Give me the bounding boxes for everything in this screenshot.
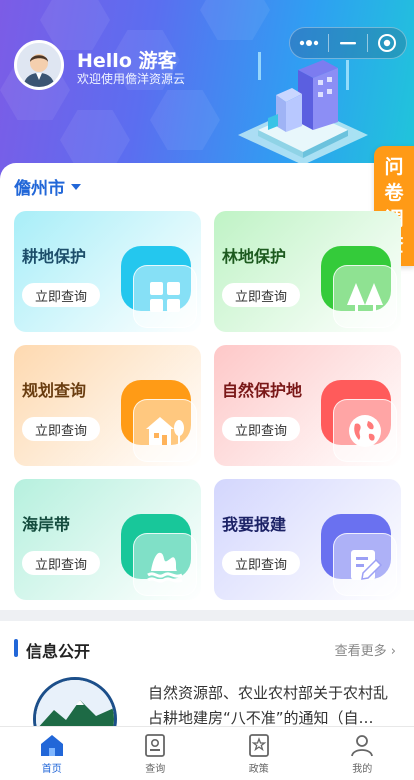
minimize-button[interactable] xyxy=(329,28,367,58)
policy-star-icon xyxy=(248,734,269,757)
query-button[interactable]: 立即查询 xyxy=(222,417,300,441)
card-title: 规划查询 xyxy=(22,381,87,400)
city-selector[interactable]: 儋州市 xyxy=(14,174,81,199)
query-button[interactable]: 立即查询 xyxy=(222,551,300,575)
card-farmland[interactable]: 耕地保护 立即查询 xyxy=(14,211,201,332)
chevron-right-icon: › xyxy=(390,644,396,659)
close-button[interactable] xyxy=(368,28,406,58)
city-label: 儋州市 xyxy=(14,179,65,199)
card-coastal[interactable]: 海岸带 立即查询 xyxy=(14,479,201,600)
greeting-subtitle: 欢迎使用儋洋资源云 xyxy=(77,72,186,86)
bottom-tabbar: 首页 查询 政策 我的 xyxy=(0,726,414,780)
info-section: 信息公开 查看更多 › 自然资源部、农业农村部关于农村乱占耕地建房“八不准”的通… xyxy=(0,621,414,761)
view-more-link[interactable]: 查看更多 › xyxy=(335,640,396,659)
more-button[interactable] xyxy=(290,28,328,58)
query-button[interactable]: 立即查询 xyxy=(22,551,100,575)
card-planning[interactable]: 规划查询 立即查询 xyxy=(14,345,201,466)
section-divider xyxy=(0,610,414,621)
query-button[interactable]: 立即查询 xyxy=(222,283,300,307)
card-title: 我要报建 xyxy=(222,515,287,534)
card-apply-build[interactable]: 我要报建 立即查询 xyxy=(214,479,401,600)
coast-waves-icon xyxy=(147,552,183,583)
avatar-person-icon xyxy=(17,43,61,87)
miniprogram-capsule xyxy=(289,27,407,59)
more-dots-icon xyxy=(299,40,319,46)
query-button[interactable]: 立即查询 xyxy=(22,283,100,307)
minimize-icon xyxy=(340,42,356,45)
caret-down-icon xyxy=(71,183,81,190)
farmland-grid-icon xyxy=(150,281,180,312)
query-card-icon xyxy=(145,734,166,757)
user-icon xyxy=(351,735,374,757)
query-button[interactable]: 立即查询 xyxy=(22,417,100,441)
greeting-title: Hello 游客 xyxy=(77,50,177,72)
tab-mine[interactable]: 我的 xyxy=(311,727,414,780)
edit-document-icon xyxy=(351,549,383,580)
tab-home[interactable]: 首页 xyxy=(0,727,104,780)
avatar[interactable] xyxy=(14,40,64,90)
card-title: 自然保护地 xyxy=(222,381,303,400)
card-title: 耕地保护 xyxy=(22,247,87,266)
card-title: 林地保护 xyxy=(222,247,287,266)
target-close-icon xyxy=(378,34,396,52)
tab-policy[interactable]: 政策 xyxy=(207,727,311,780)
tab-query[interactable]: 查询 xyxy=(104,727,208,780)
news-item-text[interactable]: 自然资源部、农业农村部关于农村乱占耕地建房“八不准”的通知（自… xyxy=(148,681,400,731)
card-nature-reserve[interactable]: 自然保护地 立即查询 xyxy=(214,345,401,466)
card-forest[interactable]: 林地保护 立即查询 xyxy=(214,211,401,332)
globe-icon xyxy=(349,414,381,447)
home-icon xyxy=(40,735,63,756)
section-title: 信息公开 xyxy=(26,642,91,661)
forest-trees-icon xyxy=(347,282,383,312)
card-title: 海岸带 xyxy=(22,515,71,534)
house-tree-icon xyxy=(146,416,184,445)
